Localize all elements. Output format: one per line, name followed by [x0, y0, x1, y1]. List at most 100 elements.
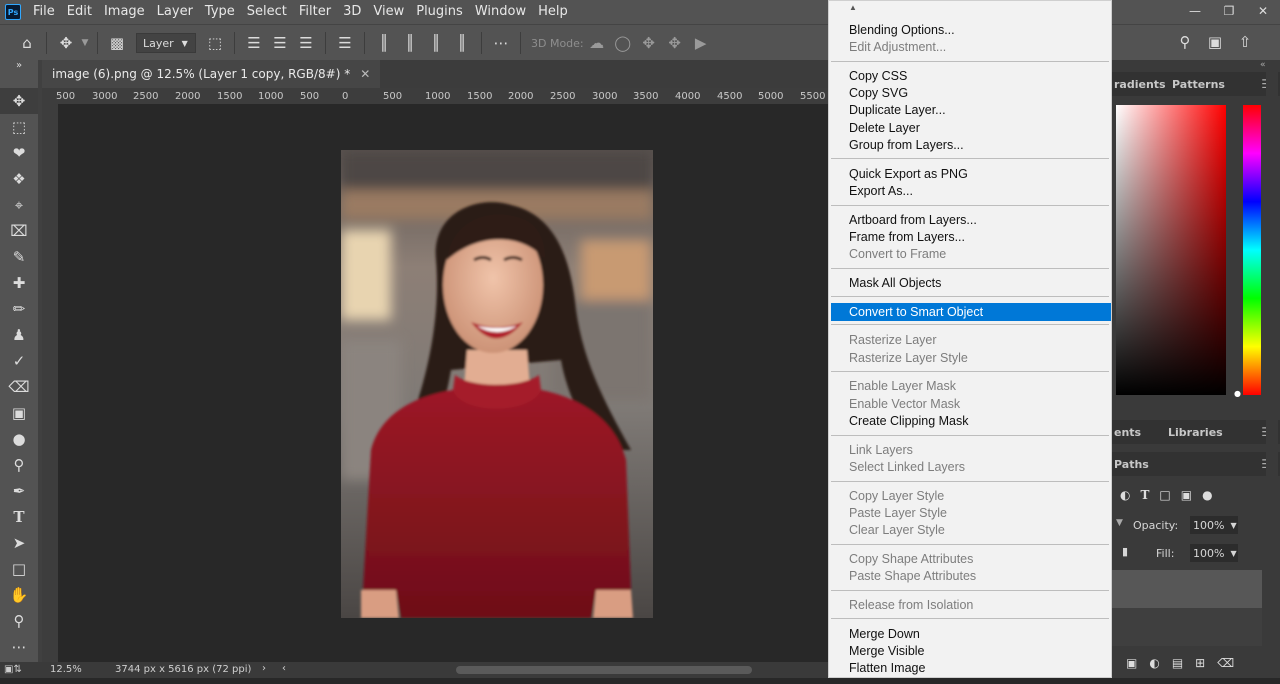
3d-slide-icon[interactable]: ✥	[662, 30, 688, 56]
adjustment-filter-icon[interactable]: ◐	[1120, 488, 1130, 502]
3d-pan-icon[interactable]: ✥	[636, 30, 662, 56]
menu-window[interactable]: Window	[469, 0, 532, 24]
lock-icon[interactable]: ▮	[1122, 545, 1128, 558]
zoom-tool-icon[interactable]: ⚲	[0, 608, 38, 634]
new-group-icon[interactable]: ▤	[1172, 656, 1183, 670]
type-tool-icon[interactable]: T	[0, 504, 38, 530]
align-center-icon[interactable]: ☰	[267, 30, 293, 56]
3d-roll-icon[interactable]: ◯	[610, 30, 636, 56]
menu-item-delete-layer[interactable]: Delete Layer	[849, 120, 920, 136]
delete-layer-icon[interactable]: ⌫	[1217, 656, 1234, 670]
opacity-input[interactable]: 100% ▼	[1190, 516, 1238, 534]
edit-toolbar-icon[interactable]: ⋯	[0, 634, 38, 660]
eraser-tool-icon[interactable]: ⌫	[0, 374, 38, 400]
swatch-icon[interactable]: ▣⇅	[4, 664, 22, 675]
scroll-up-icon[interactable]: ▲	[849, 3, 857, 12]
tab-libraries[interactable]: Libraries	[1168, 426, 1223, 439]
horizontal-scrollbar[interactable]	[456, 666, 752, 674]
clone-stamp-tool-icon[interactable]: ♟	[0, 322, 38, 348]
color-picker-field[interactable]	[1116, 105, 1226, 395]
move-tool-icon[interactable]: ✥	[53, 30, 79, 56]
type-filter-icon[interactable]: T	[1140, 488, 1149, 502]
menu-item-rasterize-layer[interactable]: Rasterize Layer	[849, 332, 937, 348]
menu-item-paste-layer-style[interactable]: Paste Layer Style	[849, 505, 947, 521]
frame-tool-icon[interactable]: ⌧	[0, 218, 38, 244]
hue-slider[interactable]	[1243, 105, 1261, 395]
scroll-left-icon[interactable]: ‹	[282, 663, 286, 674]
gradient-tool-icon[interactable]: ▣	[0, 400, 38, 426]
tab-patterns[interactable]: Patterns	[1172, 78, 1225, 91]
auto-select-icon[interactable]: ▩	[104, 30, 130, 56]
status-menu-icon[interactable]: ›	[262, 663, 266, 674]
align-middle-icon[interactable]: ║	[397, 30, 423, 56]
close-tab-icon[interactable]: ✕	[360, 67, 370, 81]
history-brush-tool-icon[interactable]: ✓	[0, 348, 38, 374]
minimize-icon[interactable]: —	[1178, 0, 1212, 22]
pen-tool-icon[interactable]: ✒	[0, 478, 38, 504]
menu-image[interactable]: Image	[98, 0, 151, 24]
restore-icon[interactable]: ❐	[1212, 0, 1246, 22]
menu-help[interactable]: Help	[532, 0, 574, 24]
menu-filter[interactable]: Filter	[293, 0, 337, 24]
chevron-down-icon[interactable]: ▼	[1116, 518, 1123, 528]
zoom-level[interactable]: 12.5%	[50, 664, 82, 675]
fill-input[interactable]: 100% ▼	[1190, 544, 1238, 562]
align-right-icon[interactable]: ☰	[293, 30, 319, 56]
menu-item-clear-layer-style[interactable]: Clear Layer Style	[849, 522, 945, 538]
filter-toggle-icon[interactable]: ●	[1202, 488, 1212, 502]
menu-item-create-clipping-mask[interactable]: Create Clipping Mask	[849, 413, 969, 429]
menu-item-convert-to-frame[interactable]: Convert to Frame	[849, 246, 946, 262]
menu-type[interactable]: Type	[199, 0, 241, 24]
quick-select-tool-icon[interactable]: ❖	[0, 166, 38, 192]
distribute-icon[interactable]: ☰	[332, 30, 358, 56]
shape-filter-icon[interactable]: □	[1159, 488, 1170, 502]
menu-layer[interactable]: Layer	[151, 0, 199, 24]
panel-scrollbar[interactable]	[1266, 72, 1278, 672]
dodge-tool-icon[interactable]: ⚲	[0, 452, 38, 478]
3d-camera-icon[interactable]: ▶	[688, 30, 714, 56]
menu-item-blending-options[interactable]: Blending Options...	[849, 22, 955, 38]
menu-file[interactable]: File	[27, 0, 61, 24]
selected-layer-row[interactable]	[1112, 570, 1262, 608]
menu-3d[interactable]: 3D	[337, 0, 367, 24]
menu-item-edit-adjustment[interactable]: Edit Adjustment...	[849, 39, 946, 55]
eyedropper-tool-icon[interactable]: ✎	[0, 244, 38, 270]
document-image[interactable]	[341, 150, 653, 618]
menu-item-copy-shape-attributes[interactable]: Copy Shape Attributes	[849, 551, 973, 567]
menu-view[interactable]: View	[367, 0, 410, 24]
menu-item-group-from-layers[interactable]: Group from Layers...	[849, 137, 964, 153]
workspace-icon[interactable]: ▣	[1202, 29, 1228, 55]
path-select-tool-icon[interactable]: ➤	[0, 530, 38, 556]
rectangle-tool-icon[interactable]: □	[0, 556, 38, 582]
adjustment-layer-icon[interactable]: ◐	[1149, 656, 1159, 670]
menu-item-enable-layer-mask[interactable]: Enable Layer Mask	[849, 378, 956, 394]
add-mask-icon[interactable]: ▣	[1126, 656, 1137, 670]
menu-item-select-linked-layers[interactable]: Select Linked Layers	[849, 459, 965, 475]
chevron-down-icon[interactable]: ▼	[79, 30, 91, 56]
distribute-vertical-icon[interactable]: ║	[449, 30, 475, 56]
menu-item-enable-vector-mask[interactable]: Enable Vector Mask	[849, 396, 960, 412]
tab-paths[interactable]: Paths	[1114, 458, 1149, 471]
menu-item-copy-css[interactable]: Copy CSS	[849, 68, 907, 84]
tab-adjustments[interactable]: ents	[1114, 426, 1164, 439]
search-icon[interactable]: ⚲	[1172, 29, 1198, 55]
auto-select-target-dropdown[interactable]: Layer ▼	[136, 33, 196, 53]
menu-item-flatten-image[interactable]: Flatten Image	[849, 660, 925, 676]
home-icon[interactable]: ⌂	[14, 30, 40, 56]
menu-item-merge-down[interactable]: Merge Down	[849, 626, 920, 642]
brush-tool-icon[interactable]: ✏	[0, 296, 38, 322]
3d-orbit-icon[interactable]: ☁	[584, 30, 610, 56]
hand-tool-icon[interactable]: ✋	[0, 582, 38, 608]
smart-object-filter-icon[interactable]: ▣	[1181, 488, 1192, 502]
menu-item-export-as[interactable]: Export As...	[849, 183, 913, 199]
blur-tool-icon[interactable]: ●	[0, 426, 38, 452]
menu-item-frame-from-layers[interactable]: Frame from Layers...	[849, 229, 965, 245]
share-icon[interactable]: ⇧	[1232, 29, 1258, 55]
document-tab[interactable]: image (6).png @ 12.5% (Layer 1 copy, RGB…	[42, 60, 381, 88]
menu-plugins[interactable]: Plugins	[410, 0, 469, 24]
align-top-icon[interactable]: ║	[371, 30, 397, 56]
align-bottom-icon[interactable]: ║	[423, 30, 449, 56]
lasso-tool-icon[interactable]: ❤	[0, 140, 38, 166]
transform-controls-icon[interactable]: ⬚	[202, 30, 228, 56]
more-options-icon[interactable]: ⋯	[488, 30, 514, 56]
